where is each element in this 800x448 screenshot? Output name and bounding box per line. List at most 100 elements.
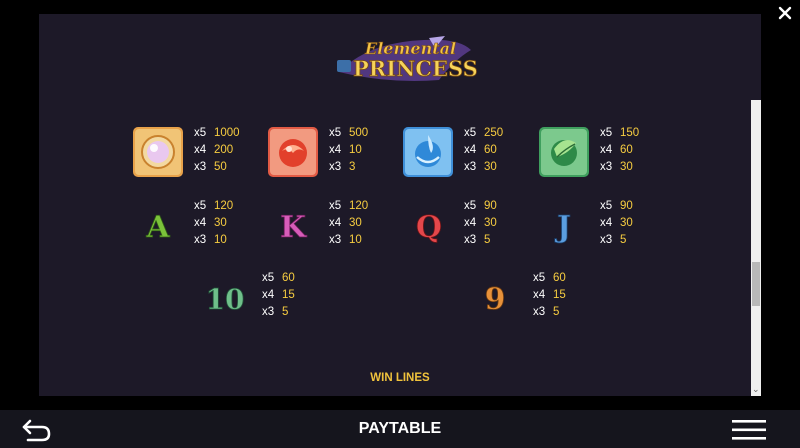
pearl-symbol: [133, 127, 183, 177]
earth-symbol: [539, 127, 589, 177]
pay-value: 60: [620, 144, 633, 156]
pay-value: 120: [349, 200, 369, 212]
pay-multiplier: x3: [194, 234, 207, 246]
fire-symbol: [268, 127, 318, 177]
symbol-glyph: K: [280, 210, 307, 243]
pay-value: 3: [349, 161, 356, 173]
pay-value: 30: [349, 217, 362, 229]
page-title: PAYTABLE: [358, 420, 442, 437]
pay-multiplier: x4: [464, 144, 477, 156]
pay-multiplier: x4: [464, 217, 477, 229]
pay-row: x5 500: [329, 125, 368, 142]
pay-row: x3 30: [600, 159, 639, 176]
pay-row: x5 90: [464, 198, 497, 215]
pay-multiplier: x5: [329, 127, 342, 139]
pay-multiplier: x5: [194, 200, 207, 212]
pay-value: 5: [620, 234, 627, 246]
pay-multiplier: x3: [329, 234, 342, 246]
pay-multiplier: x5: [194, 127, 207, 139]
letter-j-symbol: J: [551, 207, 577, 245]
pay-row: x3 5: [600, 232, 633, 249]
close-button[interactable]: [776, 4, 794, 22]
pay-value: 60: [282, 272, 295, 284]
pay-value: 30: [620, 161, 633, 173]
close-icon: [778, 6, 792, 20]
pay-row: x5 1000: [194, 125, 240, 142]
symbol-glyph: A: [145, 210, 170, 243]
pay-row: x3 30: [464, 159, 503, 176]
pay-multiplier: x5: [262, 272, 275, 284]
pay-row: x5 250: [464, 125, 503, 142]
pay-multiplier: x3: [600, 234, 613, 246]
pay-value: 500: [349, 127, 369, 139]
symbol-glyph: 9: [485, 282, 506, 316]
pay-value: 90: [484, 200, 497, 212]
pay-multiplier: x3: [533, 306, 546, 318]
pay-value: 60: [484, 144, 497, 156]
pay-value: 5: [282, 306, 289, 318]
menu-button[interactable]: [732, 419, 766, 441]
leaf-orb-icon: [539, 127, 589, 177]
pay-multiplier: x3: [194, 161, 207, 173]
pay-row: x4 30: [329, 215, 368, 232]
pay-row: x3 10: [194, 232, 233, 249]
pay-row: x4 10: [329, 142, 368, 159]
pay-row: x5 90: [600, 198, 633, 215]
symbol-glyph: J: [554, 210, 571, 245]
pay-value: 5: [484, 234, 491, 246]
pay-value: 10: [214, 234, 227, 246]
pay-multiplier: x4: [262, 289, 275, 301]
pay-value: 30: [484, 217, 497, 229]
pay-multiplier: x4: [194, 144, 207, 156]
pay-value: 90: [620, 200, 633, 212]
pay-value: 30: [484, 161, 497, 173]
letter-a-pays: x5 120 x4 30 x3 10: [194, 198, 233, 249]
water-pays: x5 250 x4 60 x3 30: [464, 125, 503, 176]
number-9-pays: x5 60 x4 15 x3 5: [533, 270, 566, 321]
pay-value: 10: [349, 144, 362, 156]
pay-multiplier: x5: [464, 127, 477, 139]
pay-row: x3 3: [329, 159, 368, 176]
pay-row: x4 60: [464, 142, 503, 159]
pay-value: 200: [214, 144, 234, 156]
pay-multiplier: x3: [262, 306, 275, 318]
logo-word-princess: PRINCESS: [353, 56, 478, 81]
pay-row: x4 60: [600, 142, 639, 159]
fire-pays: x5 500 x4 10 x3 3: [329, 125, 368, 176]
number-9-symbol: 9: [479, 278, 511, 316]
scrollbar[interactable]: ⌄: [751, 100, 761, 396]
water-symbol: [403, 127, 453, 177]
hamburger-menu-icon: [732, 420, 766, 440]
pay-row: x5 120: [329, 198, 368, 215]
pay-multiplier: x3: [600, 161, 613, 173]
letter-k-symbol: K: [278, 207, 308, 243]
pay-row: x3 50: [194, 159, 240, 176]
pay-row: x5 60: [533, 270, 566, 287]
symbol-glyph: Q: [416, 210, 442, 245]
pay-multiplier: x5: [600, 200, 613, 212]
game-logo: Elemental PRINCESS: [329, 32, 479, 84]
pay-multiplier: x4: [329, 144, 342, 156]
pay-value: 120: [214, 200, 234, 212]
paytable-panel: Elemental PRINCESS x5 1000 x4 200 x3 50 x5 5…: [39, 14, 761, 396]
scroll-down-icon[interactable]: ⌄: [752, 385, 760, 394]
pay-row: x4 30: [464, 215, 497, 232]
pearl-icon: [133, 127, 183, 177]
pay-multiplier: x4: [329, 217, 342, 229]
pay-row: x4 200: [194, 142, 240, 159]
earth-pays: x5 150 x4 60 x3 30: [600, 125, 639, 176]
letter-a-symbol: A: [143, 207, 173, 243]
pay-row: x5 150: [600, 125, 639, 142]
pay-row: x3 5: [464, 232, 497, 249]
pay-value: 250: [484, 127, 504, 139]
pay-value: 15: [553, 289, 566, 301]
pay-value: 150: [620, 127, 640, 139]
bottom-bar: PAYTABLE: [0, 410, 800, 448]
letter-q-symbol: Q: [413, 207, 447, 245]
water-orb-icon: [403, 127, 453, 177]
pay-row: x4 15: [533, 287, 566, 304]
letter-q-pays: x5 90 x4 30 x3 5: [464, 198, 497, 249]
scrollbar-thumb[interactable]: [752, 262, 760, 306]
pay-row: x5 60: [262, 270, 295, 287]
pay-value: 5: [553, 306, 560, 318]
